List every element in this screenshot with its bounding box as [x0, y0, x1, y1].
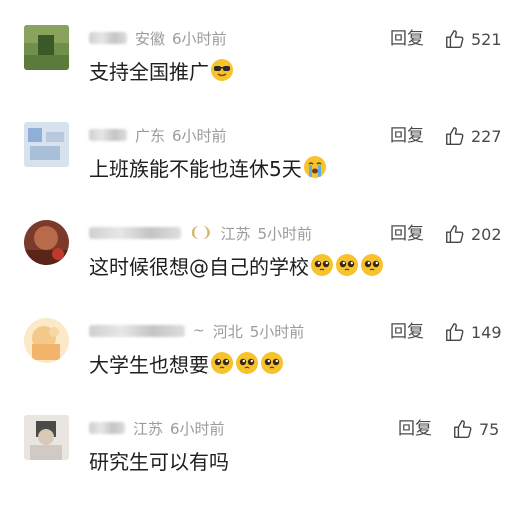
username-blurred[interactable] — [89, 325, 185, 337]
username-blurred[interactable] — [89, 422, 125, 434]
pleading-emoji-icon — [335, 253, 359, 277]
pleading-emoji-icon — [210, 351, 234, 375]
avatar-image — [24, 220, 69, 265]
comment-item: 广东 6小时前 上班族能不能也连休5天 回复 227 — [0, 122, 522, 218]
pleading-emoji-icon — [260, 351, 284, 375]
thumbs-up-icon — [446, 323, 464, 341]
reply-button[interactable]: 回复 — [390, 27, 424, 51]
comment-time: 6小时前 — [170, 419, 225, 438]
tilde-badge-icon: ~ — [193, 323, 205, 339]
thumbs-up-icon — [446, 225, 464, 243]
reply-button[interactable]: 回复 — [390, 222, 424, 246]
comment-text-content: 这时候很想@自己的学校 — [89, 254, 309, 279]
comment-time: 6小时前 — [172, 126, 227, 145]
avatar-image — [24, 25, 69, 70]
like-button[interactable]: 149 — [444, 319, 502, 345]
ip-region: 江苏 — [220, 224, 251, 243]
thumbs-up-icon — [454, 420, 472, 438]
comment-text: 这时候很想@自己的学校 — [89, 250, 384, 280]
reply-button[interactable]: 回复 — [398, 417, 432, 441]
comment-item: 江苏 6小时前 研究生可以有吗 回复 75 — [0, 415, 522, 511]
pleading-emoji-icon — [235, 351, 259, 375]
sunglasses-emoji-icon — [210, 58, 234, 82]
pleading-emoji-icon — [360, 253, 384, 277]
comment-text: 上班族能不能也连休5天 — [89, 152, 327, 182]
comment-text: 支持全国推广 — [89, 55, 234, 85]
comment-text-content: 上班族能不能也连休5天 — [89, 156, 302, 181]
avatar[interactable] — [24, 25, 69, 70]
like-count: 149 — [471, 322, 502, 342]
comment-text-content: 大学生也想要 — [89, 352, 209, 377]
avatar-image — [24, 122, 69, 167]
like-count: 202 — [471, 224, 502, 244]
comment-text: 大学生也想要 — [89, 348, 284, 378]
laurel-badge-icon: ❨❩ — [189, 225, 213, 241]
comment-item: ❨❩ 江苏 5小时前 这时候很想@自己的学校 回复 202 — [0, 220, 522, 316]
like-button[interactable]: 521 — [444, 26, 502, 52]
username-blurred[interactable] — [89, 32, 127, 44]
comment-time: 5小时前 — [257, 224, 313, 243]
thumbs-up-icon — [446, 30, 464, 48]
avatar-image — [24, 415, 69, 460]
username-blurred[interactable] — [89, 129, 127, 141]
comment-time: 6小时前 — [172, 29, 227, 48]
comment-item: ~ 河北 5小时前 大学生也想要 回复 149 — [0, 318, 522, 414]
like-button[interactable]: 75 — [452, 416, 499, 442]
reply-button[interactable]: 回复 — [390, 320, 424, 344]
comment-text: 研究生可以有吗 — [89, 445, 229, 475]
crying-emoji-icon — [303, 155, 327, 179]
ip-region: 安徽 — [135, 29, 166, 48]
avatar[interactable] — [24, 122, 69, 167]
avatar-image — [24, 318, 69, 363]
comment-text-content: 支持全国推广 — [89, 59, 209, 84]
like-button[interactable]: 202 — [444, 221, 502, 247]
ip-region: 广东 — [135, 126, 166, 145]
like-button[interactable]: 227 — [444, 123, 502, 149]
like-count: 521 — [471, 29, 502, 49]
like-count: 75 — [479, 419, 500, 439]
like-count: 227 — [471, 126, 502, 146]
avatar[interactable] — [24, 318, 69, 363]
avatar[interactable] — [24, 415, 69, 460]
ip-region: 河北 — [212, 322, 243, 341]
reply-button[interactable]: 回复 — [390, 124, 424, 148]
comment-text-content: 研究生可以有吗 — [89, 449, 229, 474]
comment-time: 5小时前 — [249, 322, 305, 341]
pleading-emoji-icon — [310, 253, 334, 277]
ip-region: 江苏 — [133, 419, 164, 438]
comment-item: 安徽 6小时前 支持全国推广 回复 521 — [0, 25, 522, 121]
username-blurred[interactable] — [89, 227, 181, 239]
avatar[interactable] — [24, 220, 69, 265]
thumbs-up-icon — [446, 127, 464, 145]
